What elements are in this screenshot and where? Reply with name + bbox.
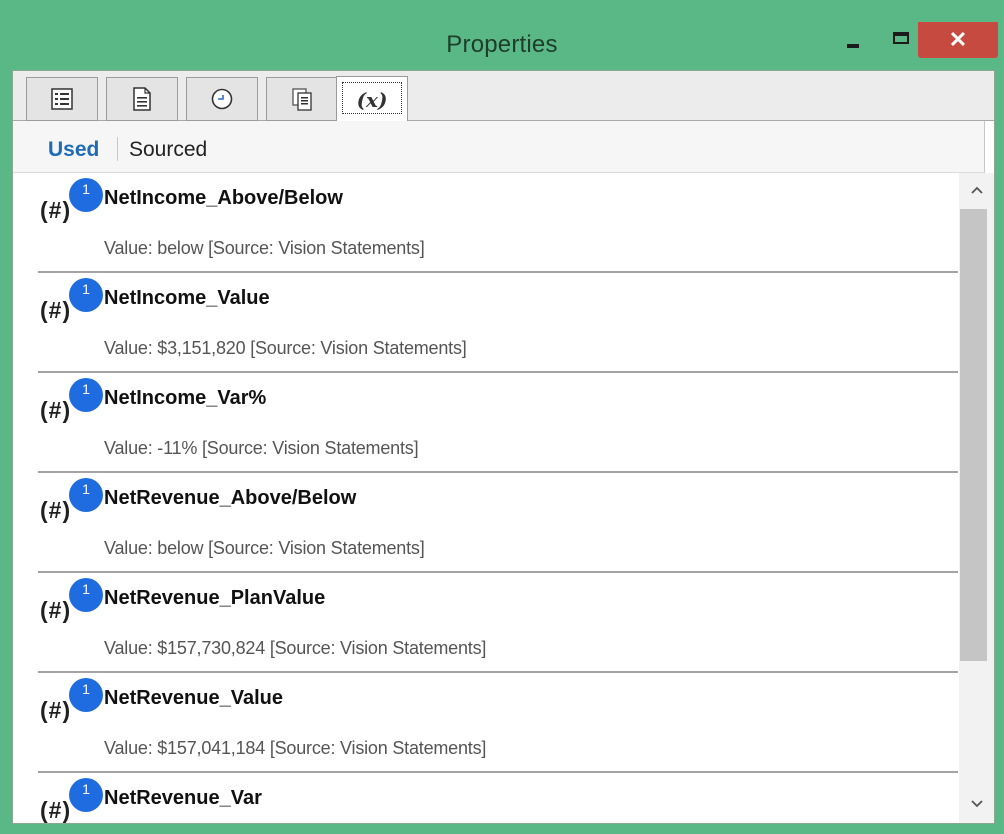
number-variable-icon: (#) <box>40 297 72 323</box>
variable-value: Value: -11% [Source: Vision Statements] <box>104 438 419 458</box>
variable-value: Value: below [Source: Vision Statements] <box>104 238 425 258</box>
title-bar[interactable]: Properties ✕ <box>0 0 1004 72</box>
close-button[interactable]: ✕ <box>918 22 998 58</box>
list-item[interactable]: (#) 1 NetIncome_Value Value: $3,151,820 … <box>38 273 958 373</box>
variable-icon: (x) <box>356 87 388 112</box>
properties-window: Properties ✕ (x) Used Sourced (#) 1 NetI… <box>0 0 1004 834</box>
variable-name: NetRevenue_Above/Below <box>104 487 357 509</box>
subtab-divider <box>117 137 118 161</box>
list-item[interactable]: (#) 1 NetIncome_Var% Value: -11% [Source… <box>38 373 958 473</box>
tab-strip: (x) <box>13 71 994 122</box>
usage-count-badge: 1 <box>69 478 103 512</box>
chevron-down-icon <box>970 800 983 808</box>
usage-count-badge: 1 <box>69 578 103 612</box>
variable-value: Value: $157,730,824 [Source: Vision Stat… <box>104 638 487 658</box>
variable-list: (#) 1 NetIncome_Above/Below Value: below… <box>13 173 959 823</box>
minimize-icon <box>847 44 859 48</box>
number-variable-icon: (#) <box>40 697 72 723</box>
scroll-thumb[interactable] <box>960 209 987 661</box>
usage-count-badge: 1 <box>69 278 103 312</box>
properties-panel: (x) Used Sourced (#) 1 NetIncome_Above/B… <box>12 70 995 824</box>
number-variable-icon: (#) <box>40 397 72 423</box>
number-variable-icon: (#) <box>40 497 72 523</box>
list-item[interactable]: (#) 1 NetRevenue_PlanValue Value: $157,7… <box>38 573 958 673</box>
report-icon <box>292 88 312 111</box>
list-view-icon <box>51 88 73 110</box>
list-item[interactable]: (#) 1 NetRevenue_Value Value: $157,041,1… <box>38 673 958 773</box>
number-variable-icon: (#) <box>40 197 72 223</box>
clock-icon <box>211 88 233 110</box>
variable-value: Value: $3,151,820 [Source: Vision Statem… <box>104 338 467 358</box>
variable-name: NetRevenue_Value <box>104 687 283 709</box>
minimize-button[interactable] <box>830 22 876 60</box>
scroll-up-button[interactable] <box>959 175 994 205</box>
usage-count-badge: 1 <box>69 178 103 212</box>
variable-value: Value: $157,041,184 [Source: Vision Stat… <box>104 738 487 758</box>
close-icon: ✕ <box>948 27 968 52</box>
variable-name: NetRevenue_PlanValue <box>104 587 326 609</box>
list-item[interactable]: (#) 1 NetRevenue_Var <box>38 773 958 823</box>
maximize-icon <box>893 32 909 44</box>
usage-count-badge: 1 <box>69 778 103 812</box>
vertical-scrollbar[interactable] <box>959 173 994 823</box>
variable-name: NetRevenue_Var <box>104 787 262 809</box>
tab-document[interactable] <box>106 77 178 121</box>
variable-value: Value: below [Source: Vision Statements] <box>104 538 425 558</box>
variable-name: NetIncome_Var% <box>104 387 267 409</box>
tab-history[interactable] <box>186 77 258 121</box>
usage-count-badge: 1 <box>69 378 103 412</box>
list-item[interactable]: (#) 1 NetRevenue_Above/Below Value: belo… <box>38 473 958 573</box>
scroll-down-button[interactable] <box>959 789 994 819</box>
number-variable-icon: (#) <box>40 597 72 623</box>
tab-variables[interactable]: (x) <box>336 76 408 122</box>
tab-report[interactable] <box>266 77 338 121</box>
document-icon <box>133 87 151 111</box>
subtab-sourced[interactable]: Sourced <box>129 138 207 162</box>
chevron-up-icon <box>970 186 983 194</box>
variable-name: NetIncome_Above/Below <box>104 187 343 209</box>
variable-name: NetIncome_Value <box>104 287 270 309</box>
usage-count-badge: 1 <box>69 678 103 712</box>
list-item[interactable]: (#) 1 NetIncome_Above/Below Value: below… <box>38 173 958 273</box>
tab-list-view[interactable] <box>26 77 98 121</box>
subtab-bar: Used Sourced <box>13 121 985 173</box>
number-variable-icon: (#) <box>40 797 72 823</box>
subtab-used[interactable]: Used <box>48 138 99 162</box>
